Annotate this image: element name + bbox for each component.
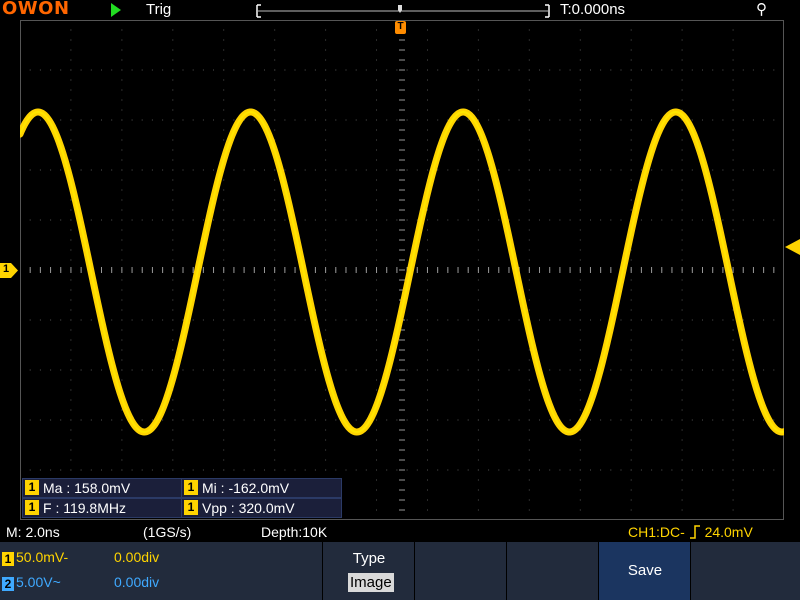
menu-button-empty-1[interactable] xyxy=(414,542,506,600)
measurement-min: 1 Mi : -162.0mV xyxy=(181,478,342,498)
menu-button-empty-3[interactable] xyxy=(690,542,800,600)
measurement-value: Vpp : 320.0mV xyxy=(202,500,295,516)
measurement-value: F : 119.8MHz xyxy=(43,500,126,516)
measurement-value: Ma : 158.0mV xyxy=(43,480,131,496)
trigger-position-marker[interactable]: T xyxy=(395,21,406,34)
channel1-scale: 50.0mV xyxy=(16,549,64,565)
channel2-settings[interactable]: 2 5.00V~ 0.00div xyxy=(2,574,159,591)
time-position-marker xyxy=(398,5,402,13)
menu-button-empty-2[interactable] xyxy=(506,542,598,600)
channel1-badge: 1 xyxy=(2,552,14,566)
usb-icon: ⚲ xyxy=(756,1,767,18)
rising-edge-icon xyxy=(689,525,700,539)
bottom-menu: 1 50.0mV- 0.00div 2 5.00V~ 0.00div Type Im… xyxy=(0,542,800,600)
trigger-position-letter: T xyxy=(397,21,404,32)
channel-badge: 1 xyxy=(25,480,39,495)
memory-depth-readout: Depth:10K xyxy=(261,524,328,540)
sample-rate-readout: (1GS/s) xyxy=(143,524,192,540)
trigger-readout: CH1:DC- 24.0mV xyxy=(628,524,753,540)
trigger-level-marker[interactable] xyxy=(785,239,800,255)
channel1-settings[interactable]: 1 50.0mV- 0.00div xyxy=(2,549,159,566)
channel-settings-panel: 1 50.0mV- 0.00div 2 5.00V~ 0.00div xyxy=(0,542,322,600)
type-label: Type xyxy=(352,550,386,567)
channel1-coupling: - xyxy=(63,549,69,565)
channel2-scale: 5.00V xyxy=(16,574,53,590)
channel1-marker-label: 1 xyxy=(3,263,10,275)
type-value: Image xyxy=(348,573,394,592)
measurement-value: Mi : -162.0mV xyxy=(202,480,290,496)
measurement-frequency: 1 F : 119.8MHz xyxy=(22,498,182,518)
waveform-display[interactable] xyxy=(20,20,784,520)
status-bar: OWON Trig T:0.000ns ⚲ xyxy=(0,0,800,20)
save-label: Save xyxy=(627,562,663,579)
trigger-source: CH1:DC- xyxy=(628,524,685,540)
channel2-badge: 2 xyxy=(2,577,14,591)
channel2-offset: 0.00div xyxy=(114,574,160,590)
channel-badge: 1 xyxy=(184,480,198,495)
type-menu-button[interactable]: Type Image xyxy=(322,542,414,600)
timebase-readout: M: 2.0ns xyxy=(6,524,60,540)
trigger-level: 24.0mV xyxy=(704,524,753,540)
channel-badge: 1 xyxy=(25,500,39,515)
channel1-ground-marker[interactable]: 1 xyxy=(0,263,18,278)
timebase-position-bar[interactable] xyxy=(0,0,800,20)
save-button[interactable]: Save xyxy=(598,542,690,600)
channel-badge: 1 xyxy=(184,500,198,515)
measurement-max: 1 Ma : 158.0mV xyxy=(22,478,182,498)
channel1-offset: 0.00div xyxy=(114,549,160,565)
channel2-coupling: ~ xyxy=(52,574,61,590)
time-offset: T:0.000ns xyxy=(560,1,626,18)
measurement-vpp: 1 Vpp : 320.0mV xyxy=(181,498,342,518)
